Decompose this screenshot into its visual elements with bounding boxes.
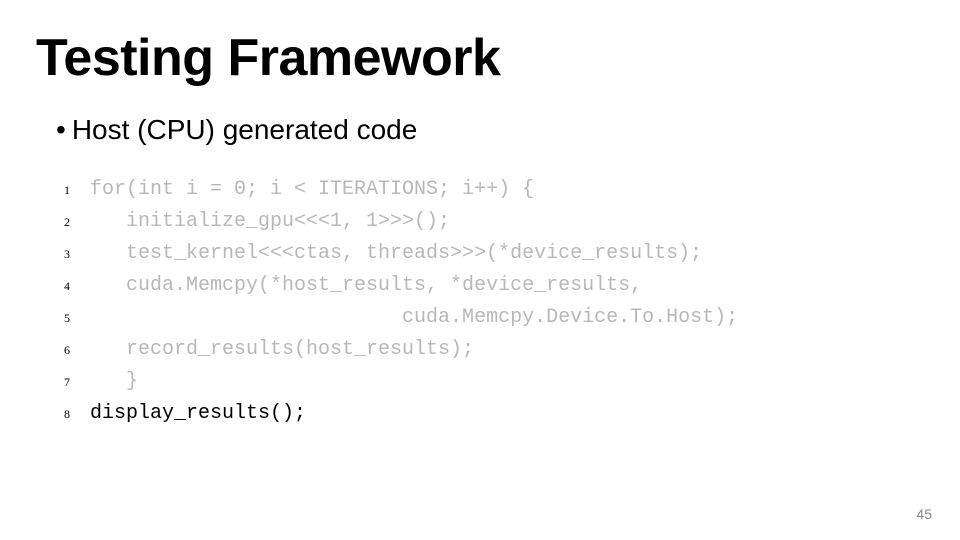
bullet-icon: • (56, 116, 66, 144)
line-number: 3 (64, 245, 90, 264)
slide-title: Testing Framework (36, 28, 924, 88)
code-text: display_results(); (90, 398, 306, 430)
code-text: cuda.Memcpy(*host_results, *device_resul… (90, 270, 642, 302)
bullet-item: • Host (CPU) generated code (56, 114, 924, 146)
code-text: initialize_gpu<<<1, 1>>>(); (90, 206, 450, 238)
code-line: 1 for(int i = 0; i < ITERATIONS; i++) { (64, 174, 924, 206)
code-listing: 1 for(int i = 0; i < ITERATIONS; i++) { … (64, 174, 924, 430)
slide: Testing Framework • Host (CPU) generated… (0, 0, 960, 540)
line-number: 7 (64, 373, 90, 392)
code-line: 5 cuda.Memcpy.Device.To.Host); (64, 302, 924, 334)
code-text: } (90, 366, 138, 398)
code-line: 6 record_results(host_results); (64, 334, 924, 366)
page-number: 45 (916, 506, 932, 522)
code-text: test_kernel<<<ctas, threads>>>(*device_r… (90, 238, 702, 270)
line-number: 2 (64, 213, 90, 232)
code-text: record_results(host_results); (90, 334, 474, 366)
code-text: cuda.Memcpy.Device.To.Host); (90, 302, 738, 334)
line-number: 4 (64, 277, 90, 296)
code-line: 7 } (64, 366, 924, 398)
code-line: 8 display_results(); (64, 398, 924, 430)
line-number: 1 (64, 181, 90, 200)
code-text: for(int i = 0; i < ITERATIONS; i++) { (90, 174, 534, 206)
code-line: 3 test_kernel<<<ctas, threads>>>(*device… (64, 238, 924, 270)
code-line: 2 initialize_gpu<<<1, 1>>>(); (64, 206, 924, 238)
code-line: 4 cuda.Memcpy(*host_results, *device_res… (64, 270, 924, 302)
bullet-text: Host (CPU) generated code (72, 114, 418, 146)
line-number: 6 (64, 341, 90, 360)
line-number: 5 (64, 309, 90, 328)
line-number: 8 (64, 405, 90, 424)
